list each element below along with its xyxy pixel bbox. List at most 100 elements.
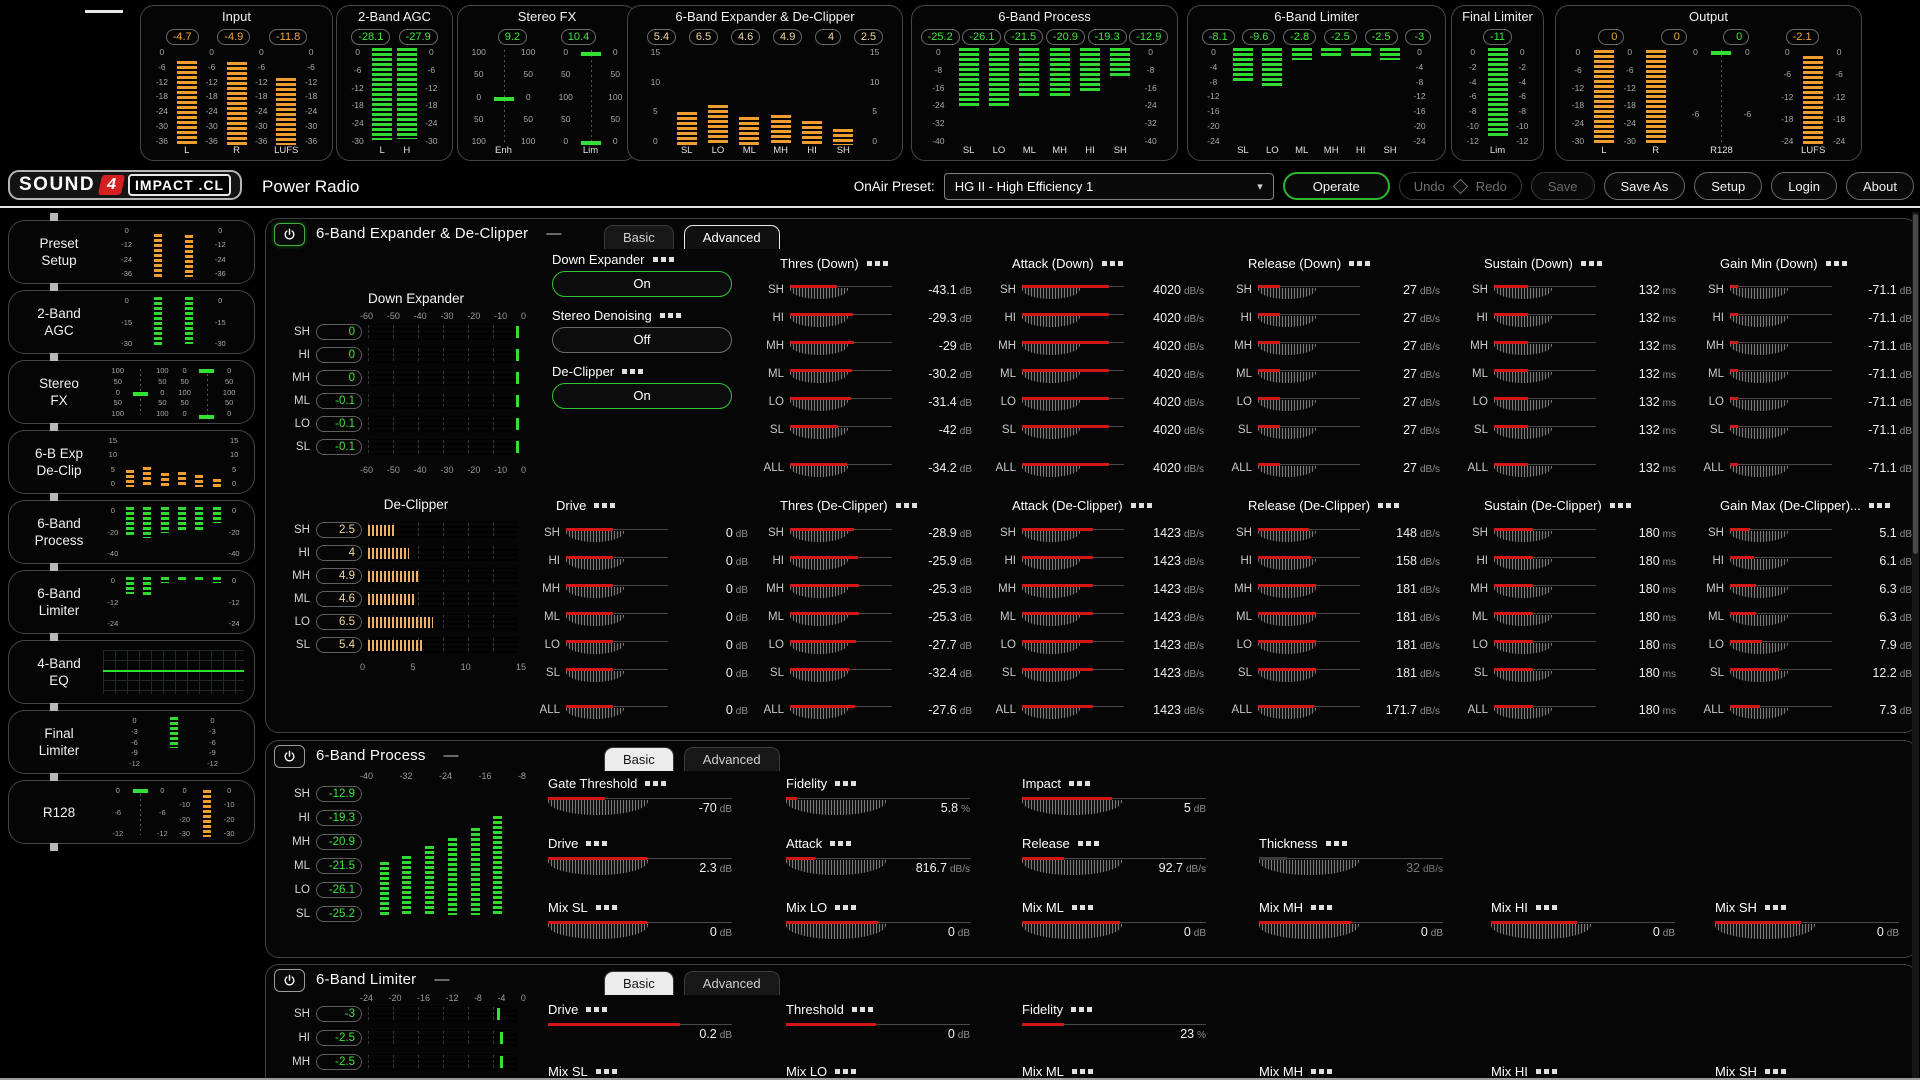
param-slider[interactable] bbox=[1494, 580, 1596, 598]
setup-button[interactable]: Setup bbox=[1694, 172, 1762, 200]
param-slider[interactable] bbox=[1022, 459, 1124, 477]
param-slider[interactable] bbox=[790, 337, 892, 355]
sidebar-item-final-limiter[interactable]: FinalLimiter0-3-6-9-120-3-6-9-12 bbox=[8, 710, 255, 774]
param-slider[interactable] bbox=[1258, 524, 1360, 542]
param-slider[interactable] bbox=[1258, 664, 1360, 682]
param-slider[interactable] bbox=[1730, 524, 1832, 542]
param-slider[interactable] bbox=[1494, 421, 1596, 439]
param-slider[interactable] bbox=[566, 524, 668, 542]
param-slider[interactable] bbox=[790, 365, 892, 383]
param-slider[interactable] bbox=[1258, 608, 1360, 626]
param-slider[interactable] bbox=[1494, 636, 1596, 654]
slider-mix-sh[interactable]: 0dB bbox=[1715, 919, 1899, 947]
param-slider[interactable] bbox=[790, 608, 892, 626]
param-slider[interactable] bbox=[1730, 664, 1832, 682]
param-slider[interactable] bbox=[1494, 701, 1596, 719]
param-slider[interactable] bbox=[1022, 664, 1124, 682]
param-slider[interactable] bbox=[1022, 309, 1124, 327]
operate-button[interactable]: Operate bbox=[1283, 172, 1390, 200]
tab-advanced[interactable]: Advanced bbox=[684, 225, 780, 249]
param-slider[interactable] bbox=[566, 580, 668, 598]
param-slider[interactable] bbox=[1494, 393, 1596, 411]
param-slider[interactable] bbox=[790, 701, 892, 719]
param-slider[interactable] bbox=[1494, 664, 1596, 682]
redo-button[interactable]: Redo bbox=[1466, 179, 1517, 194]
sidebar-item-4-band-eq[interactable]: 4-BandEQ bbox=[8, 640, 255, 704]
power-button[interactable] bbox=[274, 223, 305, 246]
param-slider[interactable] bbox=[1022, 421, 1124, 439]
param-slider[interactable] bbox=[790, 664, 892, 682]
param-slider[interactable] bbox=[566, 552, 668, 570]
power-button[interactable] bbox=[274, 969, 305, 992]
login-button[interactable]: Login bbox=[1771, 172, 1837, 200]
param-slider[interactable] bbox=[1730, 421, 1832, 439]
sidebar-item-6-band-limiter[interactable]: 6-BandLimiter0-12-240-12-24 bbox=[8, 570, 255, 634]
slider-release[interactable]: 92.7dB/s bbox=[1022, 855, 1206, 883]
onair-preset-select[interactable]: HG II - High Efficiency 1 ▾ bbox=[944, 173, 1274, 200]
window-minimize-dash[interactable] bbox=[85, 10, 123, 13]
slider-mix-hi[interactable]: 0dB bbox=[1491, 919, 1675, 947]
save-button[interactable]: Save bbox=[1531, 172, 1595, 200]
param-slider[interactable] bbox=[1258, 636, 1360, 654]
sidebar-item-r128[interactable]: R1280-6-120-6-120-10-20-300-10-20-30 bbox=[8, 780, 255, 844]
param-slider[interactable] bbox=[1730, 281, 1832, 299]
slider-attack[interactable]: 816.7dB/s bbox=[786, 855, 970, 883]
param-slider[interactable] bbox=[790, 459, 892, 477]
param-slider[interactable] bbox=[1258, 281, 1360, 299]
param-slider[interactable] bbox=[790, 309, 892, 327]
save-as-button[interactable]: Save As bbox=[1604, 172, 1686, 200]
tab-basic[interactable]: Basic bbox=[604, 225, 674, 249]
tab-advanced[interactable]: Advanced bbox=[684, 971, 780, 995]
sidebar-item-preset-setup[interactable]: PresetSetup0-12-24-360-12-24-36 bbox=[8, 220, 255, 284]
param-slider[interactable] bbox=[1494, 281, 1596, 299]
param-slider[interactable] bbox=[1730, 636, 1832, 654]
param-slider[interactable] bbox=[1730, 580, 1832, 598]
param-slider[interactable] bbox=[566, 701, 668, 719]
slider-drive[interactable]: 0.2dB bbox=[548, 1021, 732, 1049]
slider-mix-mh[interactable]: 0dB bbox=[1259, 919, 1443, 947]
param-slider[interactable] bbox=[1730, 552, 1832, 570]
slider-fidelity[interactable]: 23% bbox=[1022, 1021, 1206, 1049]
param-slider[interactable] bbox=[1022, 524, 1124, 542]
param-slider[interactable] bbox=[1258, 309, 1360, 327]
param-slider[interactable] bbox=[1258, 393, 1360, 411]
param-slider[interactable] bbox=[1022, 580, 1124, 598]
undo-button[interactable]: Undo bbox=[1404, 179, 1455, 194]
slider-fidelity[interactable]: 5.8% bbox=[786, 795, 970, 823]
param-slider[interactable] bbox=[1494, 309, 1596, 327]
slider-impact[interactable]: 5dB bbox=[1022, 795, 1206, 823]
param-slider[interactable] bbox=[1022, 552, 1124, 570]
param-slider[interactable] bbox=[1494, 524, 1596, 542]
param-slider[interactable] bbox=[1258, 701, 1360, 719]
power-button[interactable] bbox=[274, 745, 305, 768]
sidebar-item-2-band-agc[interactable]: 2-BandAGC0-15-300-15-30 bbox=[8, 290, 255, 354]
param-slider[interactable] bbox=[1258, 421, 1360, 439]
param-slider[interactable] bbox=[1022, 393, 1124, 411]
param-slider[interactable] bbox=[1730, 393, 1832, 411]
param-slider[interactable] bbox=[790, 552, 892, 570]
param-slider[interactable] bbox=[1022, 281, 1124, 299]
slider-mix-ml[interactable]: 0dB bbox=[1022, 919, 1206, 947]
toggle-stereo-denoising[interactable]: Off bbox=[552, 327, 732, 353]
param-slider[interactable] bbox=[1494, 608, 1596, 626]
param-slider[interactable] bbox=[1730, 365, 1832, 383]
param-slider[interactable] bbox=[1258, 459, 1360, 477]
param-slider[interactable] bbox=[1022, 365, 1124, 383]
slider-mix-sl[interactable]: 0dB bbox=[548, 919, 732, 947]
slider-threshold[interactable]: 0dB bbox=[786, 1021, 970, 1049]
param-slider[interactable] bbox=[566, 608, 668, 626]
param-slider[interactable] bbox=[566, 664, 668, 682]
toggle-down-expander[interactable]: On bbox=[552, 271, 732, 297]
slider-thickness[interactable]: 32dB/s bbox=[1259, 855, 1443, 883]
tab-basic[interactable]: Basic bbox=[604, 971, 674, 995]
param-slider[interactable] bbox=[1494, 459, 1596, 477]
param-slider[interactable] bbox=[790, 580, 892, 598]
param-slider[interactable] bbox=[1022, 608, 1124, 626]
about-button[interactable]: About bbox=[1846, 172, 1914, 200]
param-slider[interactable] bbox=[790, 421, 892, 439]
toggle-de-clipper[interactable]: On bbox=[552, 383, 732, 409]
param-slider[interactable] bbox=[566, 636, 668, 654]
slider-mix-lo[interactable]: 0dB bbox=[786, 919, 970, 947]
param-slider[interactable] bbox=[790, 636, 892, 654]
param-slider[interactable] bbox=[1258, 580, 1360, 598]
